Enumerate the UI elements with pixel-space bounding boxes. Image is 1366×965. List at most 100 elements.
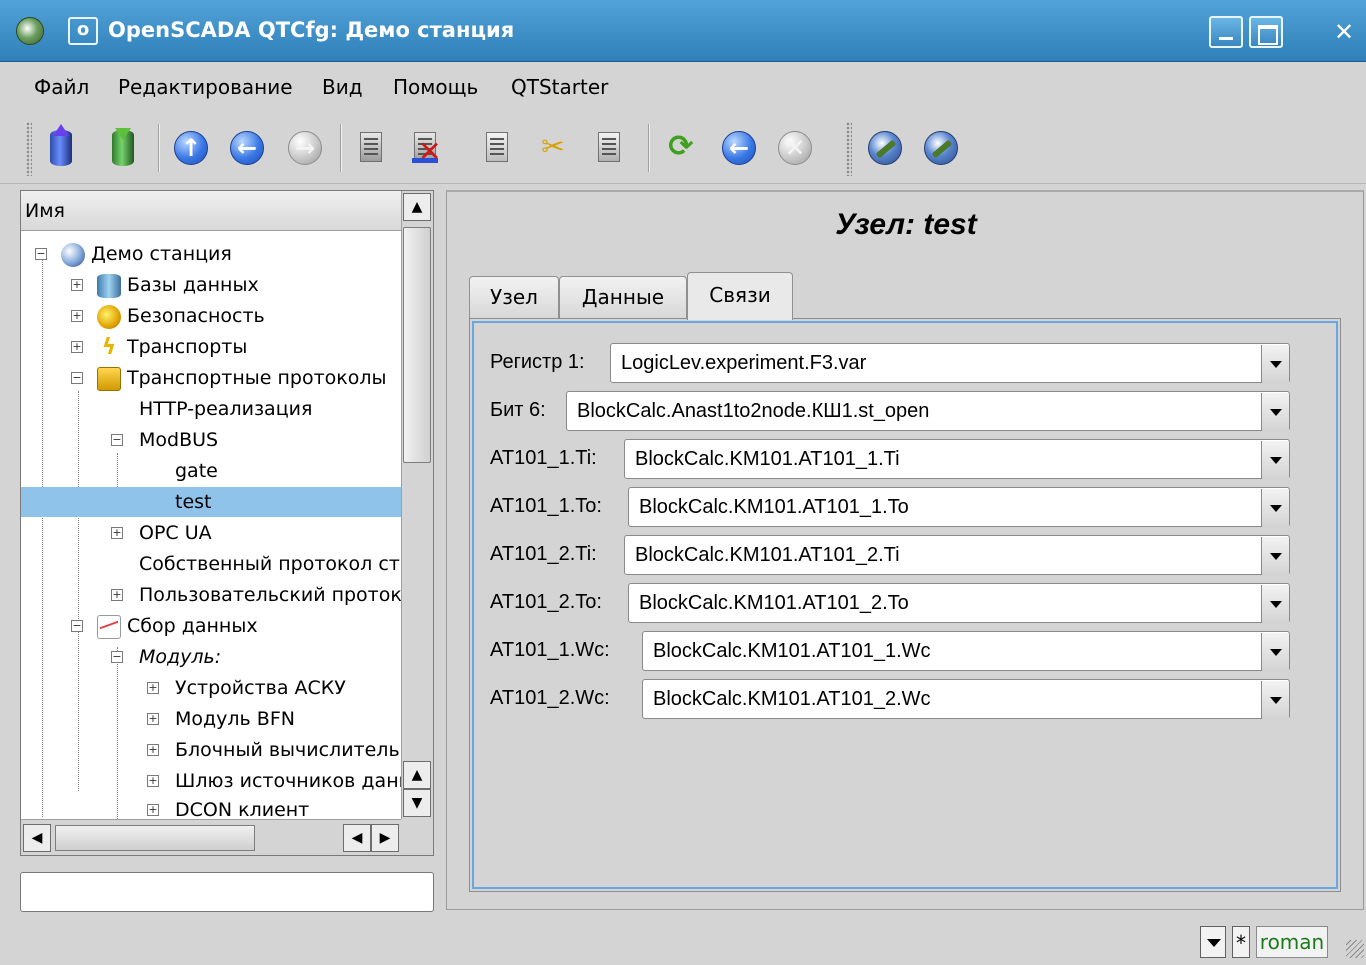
- tab-data[interactable]: Данные: [559, 276, 687, 318]
- tree-filter-field[interactable]: [20, 872, 434, 912]
- tree-item-selected[interactable]: test: [21, 487, 401, 517]
- link-combo[interactable]: BlockCalc.KM101.AT101_2.Wc: [642, 679, 1290, 719]
- pin-button[interactable]: o: [68, 17, 98, 45]
- tree-item[interactable]: + Устройства АСКУ: [147, 673, 401, 703]
- tree-item[interactable]: − ModBUS: [111, 425, 401, 455]
- tree-vertical-scrollbar[interactable]: ▲ ▲ ▼: [401, 191, 433, 819]
- menu-edit[interactable]: Редактирование: [118, 75, 293, 99]
- db-load-icon[interactable]: [42, 124, 80, 168]
- refresh-icon[interactable]: ⟳: [662, 128, 700, 168]
- expand-icon[interactable]: +: [71, 341, 83, 353]
- up-icon[interactable]: ↑: [172, 128, 210, 168]
- link-value[interactable]: BlockCalc.KM101.AT101_2.Ti: [635, 544, 900, 566]
- user-badge[interactable]: roman: [1256, 926, 1328, 958]
- link-value[interactable]: BlockCalc.KM101.AT101_1.Ti: [635, 448, 900, 470]
- link-combo[interactable]: BlockCalc.KM101.AT101_1.Ti: [624, 439, 1290, 479]
- tree-item[interactable]: − Демо станция: [35, 239, 395, 269]
- tree-item[interactable]: + Модуль BFN: [147, 704, 401, 734]
- tree-horizontal-scrollbar[interactable]: ◀ ◀ ▶: [21, 819, 401, 855]
- expand-icon[interactable]: +: [147, 775, 159, 787]
- tab-node[interactable]: Узел: [469, 276, 559, 318]
- scrollbar-thumb[interactable]: [55, 825, 255, 851]
- tree-item[interactable]: Собственный протокол станции: [139, 549, 401, 579]
- tab-links[interactable]: Связи: [687, 272, 793, 320]
- paste-icon[interactable]: [590, 128, 628, 168]
- link-value[interactable]: BlockCalc.Anast1to2node.КШ1.st_open: [577, 400, 929, 422]
- expand-icon[interactable]: +: [71, 310, 83, 322]
- cut-icon[interactable]: ✂: [534, 128, 572, 168]
- tree-item[interactable]: + Безопасность: [71, 301, 401, 331]
- link-value[interactable]: BlockCalc.KM101.AT101_1.To: [639, 496, 909, 518]
- tree-item[interactable]: + Шлюз источников данных: [147, 766, 401, 796]
- tree-item[interactable]: − Модуль:: [111, 642, 401, 672]
- link-combo[interactable]: BlockCalc.KM101.AT101_2.To: [628, 583, 1290, 623]
- expand-icon[interactable]: +: [111, 589, 123, 601]
- link-combo[interactable]: BlockCalc.KM101.AT101_2.Ti: [624, 535, 1290, 575]
- link-value[interactable]: BlockCalc.KM101.AT101_2.To: [639, 592, 909, 614]
- maximize-button[interactable]: [1249, 16, 1283, 48]
- scroll-left-icon[interactable]: ◀: [23, 824, 51, 852]
- station-tool-icon[interactable]: [866, 128, 904, 168]
- chevron-down-icon[interactable]: [1261, 345, 1289, 383]
- menu-file[interactable]: Файл: [34, 75, 89, 99]
- link-value[interactable]: LogicLev.experiment.F3.var: [621, 352, 866, 374]
- tree-column-header[interactable]: Имя: [21, 191, 401, 231]
- chevron-down-icon[interactable]: [1261, 681, 1289, 719]
- chevron-down-icon[interactable]: [1261, 393, 1289, 431]
- start-icon[interactable]: ←: [720, 128, 758, 168]
- title-bar[interactable]: o OpenSCADA QTCfg: Демо станция ✕: [0, 0, 1366, 62]
- menu-qtstarter[interactable]: QTStarter: [511, 75, 608, 99]
- tree-item[interactable]: + OPC UA: [111, 518, 401, 548]
- chevron-down-icon[interactable]: [1261, 633, 1289, 671]
- tree-item[interactable]: − Транспортные протоколы: [71, 363, 401, 393]
- link-combo[interactable]: BlockCalc.KM101.AT101_1.To: [628, 487, 1290, 527]
- expand-icon[interactable]: +: [147, 682, 159, 694]
- collapse-icon[interactable]: −: [71, 372, 83, 384]
- back-icon[interactable]: ←: [228, 128, 266, 168]
- tree-item[interactable]: + ϟ Транспорты: [71, 332, 401, 362]
- toolbar-grip[interactable]: [846, 122, 852, 176]
- minimize-button[interactable]: [1209, 16, 1243, 48]
- scroll-right-icon[interactable]: ▶: [371, 824, 399, 852]
- forward-icon[interactable]: →: [286, 128, 324, 168]
- station-config-icon[interactable]: [922, 128, 960, 168]
- scroll-left-icon[interactable]: ◀: [343, 824, 371, 852]
- expand-icon[interactable]: +: [147, 744, 159, 756]
- chevron-down-icon[interactable]: [1261, 489, 1289, 527]
- tree-item[interactable]: + Базы данных: [71, 270, 401, 300]
- scroll-up-icon[interactable]: ▲: [403, 193, 431, 221]
- expand-icon[interactable]: +: [147, 713, 159, 725]
- stop-icon[interactable]: ✕: [776, 128, 814, 168]
- tree-item[interactable]: + Пользовательский протокол: [111, 580, 401, 610]
- app-icon[interactable]: [16, 17, 44, 45]
- toolbar-grip[interactable]: [26, 122, 32, 176]
- add-item-icon[interactable]: [352, 128, 390, 168]
- resize-grip-icon[interactable]: [1346, 940, 1364, 958]
- scroll-up-icon[interactable]: ▲: [403, 761, 431, 789]
- link-value[interactable]: BlockCalc.KM101.AT101_2.Wc: [653, 688, 931, 710]
- collapse-icon[interactable]: −: [71, 620, 83, 632]
- status-menu-button[interactable]: [1200, 926, 1226, 958]
- tree-item[interactable]: gate: [175, 456, 401, 486]
- modified-indicator[interactable]: *: [1232, 926, 1250, 958]
- link-combo[interactable]: LogicLev.experiment.F3.var: [610, 343, 1290, 383]
- navigation-tree[interactable]: Имя − Демо станция + Базы данных + Безоп…: [20, 190, 434, 856]
- menu-help[interactable]: Помощь: [393, 75, 478, 99]
- delete-item-icon[interactable]: ✕: [406, 128, 444, 168]
- chevron-down-icon[interactable]: [1261, 585, 1289, 623]
- expand-icon[interactable]: +: [71, 279, 83, 291]
- expand-icon[interactable]: +: [147, 804, 159, 816]
- chevron-down-icon[interactable]: [1261, 537, 1289, 575]
- copy-icon[interactable]: [478, 128, 516, 168]
- db-save-icon[interactable]: [104, 128, 142, 168]
- tree-item[interactable]: − Сбор данных: [71, 611, 401, 641]
- link-combo[interactable]: BlockCalc.Anast1to2node.КШ1.st_open: [566, 391, 1290, 431]
- collapse-icon[interactable]: −: [111, 434, 123, 446]
- link-combo[interactable]: BlockCalc.KM101.AT101_1.Wc: [642, 631, 1290, 671]
- expand-icon[interactable]: +: [111, 527, 123, 539]
- tree-item[interactable]: HTTP-реализация: [139, 394, 401, 424]
- collapse-icon[interactable]: −: [35, 248, 47, 260]
- menu-view[interactable]: Вид: [322, 75, 363, 99]
- scroll-down-icon[interactable]: ▼: [403, 789, 431, 817]
- collapse-icon[interactable]: −: [111, 651, 123, 663]
